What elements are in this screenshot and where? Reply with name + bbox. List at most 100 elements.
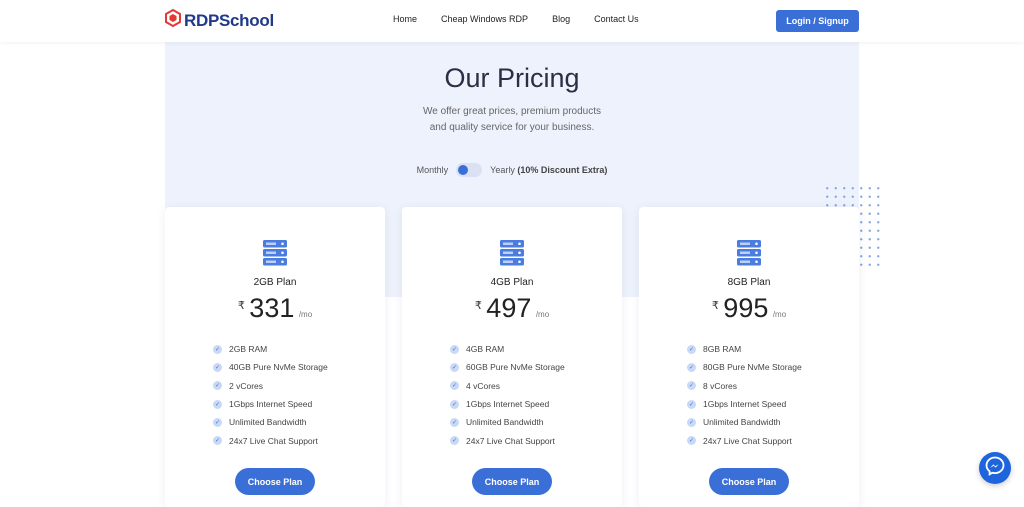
feature-item: ✓ 80GB Pure NvMe Storage [687, 358, 802, 376]
nav-contact-us[interactable]: Contact Us [594, 14, 639, 24]
check-circle-icon: ✓ [687, 399, 696, 409]
toggle-knob [458, 165, 469, 175]
check-circle-icon: ✓ [213, 362, 222, 372]
check-circle-icon: ✓ [450, 436, 459, 446]
server-stack-icon [262, 239, 288, 267]
check-circle-icon: ✓ [213, 417, 222, 427]
feature-text: 8 vCores [703, 380, 738, 391]
feature-item: ✓ 2GB RAM [213, 340, 328, 358]
feature-item: ✓ 40GB Pure NvMe Storage [213, 358, 328, 376]
toggle-yearly-label[interactable]: Yearly (10% Discount Extra) [490, 165, 607, 175]
check-circle-icon: ✓ [213, 399, 222, 409]
check-circle-icon: ✓ [450, 399, 459, 409]
check-circle-icon: ✓ [450, 362, 459, 372]
site-header: RDPSchool Home Cheap Windows RDP Blog Co… [0, 0, 1024, 42]
check-circle-icon: ✓ [687, 436, 696, 446]
feature-text: 4GB RAM [466, 344, 505, 355]
feature-item: ✓ Unlimited Bandwidth [450, 413, 565, 431]
feature-item: ✓ 8GB RAM [687, 340, 802, 358]
plan-name: 8GB Plan [727, 277, 771, 288]
feature-item: ✓ 4GB RAM [450, 340, 565, 358]
feature-list: ✓ 2GB RAM ✓ 40GB Pure NvMe Storage ✓ 2 vCores… [213, 340, 328, 450]
feature-item: ✓ 2 vCores [213, 377, 328, 395]
choose-plan-button[interactable]: Choose Plan [235, 468, 315, 495]
feature-text: 8GB RAM [703, 344, 742, 355]
feature-item: ✓ 8 vCores [687, 377, 802, 395]
feature-text: 1Gbps Internet Speed [466, 399, 550, 410]
feature-text: Unlimited Bandwidth [229, 417, 307, 428]
choose-plan-button[interactable]: Choose Plan [472, 468, 552, 495]
page-title: Our Pricing [444, 63, 580, 93]
login-signup-button[interactable]: Login / Signup [776, 10, 859, 32]
check-circle-icon: ✓ [213, 344, 222, 354]
plan-name: 2GB Plan [253, 277, 297, 288]
price-period: /mo [535, 310, 550, 319]
feature-text: 1Gbps Internet Speed [229, 399, 313, 410]
subtitle-line-1: We offer great prices, premium products [422, 106, 602, 117]
check-circle-icon: ✓ [213, 381, 222, 391]
feature-text: 2 vCores [229, 380, 264, 391]
check-circle-icon: ✓ [450, 381, 459, 391]
feature-text: 1Gbps Internet Speed [703, 399, 787, 410]
plan-price: ₹ 497 /mo [402, 293, 622, 324]
plan-card-2: 4GB Plan ₹ 497 /mo ✓ 4GB RAM ✓ 60GB Pure Nv… [402, 207, 622, 507]
feature-text: 80GB Pure NvMe Storage [703, 362, 802, 373]
billing-toggle-switch[interactable] [456, 163, 483, 177]
check-circle-icon: ✓ [687, 344, 696, 354]
check-circle-icon: ✓ [687, 381, 696, 391]
price-currency: ₹ [237, 300, 245, 312]
feature-item: ✓ 24x7 Live Chat Support [687, 431, 802, 449]
site-logo[interactable]: RDPSchool [165, 8, 274, 32]
plan-price: ₹ 995 /mo [639, 293, 859, 324]
plan-card-3: 8GB Plan ₹ 995 /mo ✓ 8GB RAM ✓ 80GB Pure Nv… [639, 207, 859, 507]
feature-item: ✓ 1Gbps Internet Speed [213, 395, 328, 413]
choose-plan-button[interactable]: Choose Plan [709, 468, 789, 495]
feature-text: 24x7 Live Chat Support [466, 435, 555, 446]
feature-text: Unlimited Bandwidth [466, 417, 544, 428]
subtitle-line-2: and quality service for your business. [429, 122, 595, 133]
server-stack-icon [499, 239, 525, 267]
feature-text: Unlimited Bandwidth [703, 417, 781, 428]
price-currency: ₹ [474, 300, 482, 312]
price-amount: 331 [249, 293, 295, 323]
plan-price: ₹ 331 /mo [165, 293, 385, 324]
feature-item: ✓ 60GB Pure NvMe Storage [450, 358, 565, 376]
billing-toggle-row: Monthly Yearly (10% Discount Extra) [0, 163, 1024, 177]
price-currency: ₹ [711, 300, 719, 312]
messenger-chat-button[interactable] [979, 452, 1011, 484]
feature-list: ✓ 4GB RAM ✓ 60GB Pure NvMe Storage ✓ 4 vCores… [450, 340, 565, 450]
feature-text: 2GB RAM [229, 344, 268, 355]
feature-item: ✓ 24x7 Live Chat Support [450, 431, 565, 449]
plan-card-1: 2GB Plan ₹ 331 /mo ✓ 2GB RAM ✓ 40GB Pure Nv… [165, 207, 385, 507]
price-amount: 995 [723, 293, 769, 323]
feature-item: ✓ 24x7 Live Chat Support [213, 431, 328, 449]
price-period: /mo [298, 310, 313, 319]
messenger-icon [985, 456, 1005, 481]
price-amount: 497 [486, 293, 532, 323]
server-stack-icon [736, 239, 762, 267]
pricing-subtitle: We offer great prices, premium products … [0, 104, 1024, 136]
toggle-monthly-label[interactable]: Monthly [417, 165, 449, 175]
feature-list: ✓ 8GB RAM ✓ 80GB Pure NvMe Storage ✓ 8 vCores… [687, 340, 802, 450]
feature-item: ✓ 1Gbps Internet Speed [450, 395, 565, 413]
check-circle-icon: ✓ [213, 436, 222, 446]
feature-text: 60GB Pure NvMe Storage [466, 362, 565, 373]
feature-text: 24x7 Live Chat Support [229, 435, 318, 446]
check-circle-icon: ✓ [450, 344, 459, 354]
rdpschool-logo-icon [165, 8, 181, 32]
main-nav: Home Cheap Windows RDP Blog Contact Us [393, 14, 663, 24]
feature-item: ✓ Unlimited Bandwidth [213, 413, 328, 431]
nav-cheap-windows-rdp[interactable]: Cheap Windows RDP [441, 14, 528, 24]
feature-text: 40GB Pure NvMe Storage [229, 362, 328, 373]
feature-item: ✓ 4 vCores [450, 377, 565, 395]
feature-text: 4 vCores [466, 380, 501, 391]
yearly-text: Yearly [490, 165, 515, 175]
nav-home[interactable]: Home [393, 14, 417, 24]
yearly-discount: (10% Discount Extra) [517, 165, 608, 175]
price-period: /mo [772, 310, 787, 319]
nav-blog[interactable]: Blog [552, 14, 570, 24]
check-circle-icon: ✓ [687, 417, 696, 427]
feature-item: ✓ Unlimited Bandwidth [687, 413, 802, 431]
feature-text: 24x7 Live Chat Support [703, 435, 792, 446]
logo-text: RDPSchool [184, 10, 274, 30]
